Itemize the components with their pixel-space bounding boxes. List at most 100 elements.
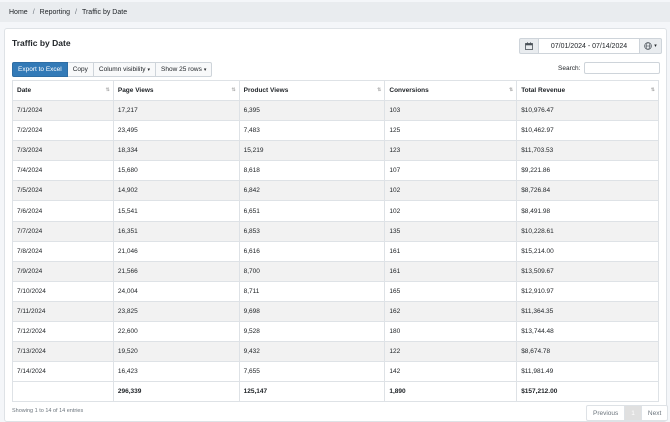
table-cell: 9,432: [239, 341, 386, 363]
table-cell: 23,495: [113, 120, 240, 142]
table-cell: 14,902: [113, 180, 240, 202]
search-input[interactable]: [584, 62, 661, 74]
date-range-input[interactable]: 07/01/2024 - 07/14/2024: [539, 38, 640, 54]
chevron-down-icon: ▾: [654, 43, 657, 49]
table-cell: 21,566: [113, 261, 240, 282]
table-cell: 22,600: [113, 321, 240, 343]
table-cell: 162: [384, 301, 518, 323]
table-cell: 102: [384, 200, 518, 222]
table-cell: 6,616: [239, 241, 386, 262]
sort-icon: ⇅: [105, 87, 110, 93]
table-cell: 125: [384, 120, 518, 142]
table-cell: 161: [384, 241, 518, 262]
table-row: 7/7/2024 16,351 6,853 135 $10,228.61: [12, 221, 659, 242]
table-cell: $8,726.84: [516, 180, 659, 202]
show-rows-label: Show 25 rows: [161, 66, 202, 73]
table-cell: 123: [384, 140, 518, 162]
breadcrumb-separator: /: [75, 8, 77, 16]
table-cell: 7/2/2024: [12, 120, 114, 142]
table-row: 7/2/2024 23,495 7,483 125 $10,462.97: [12, 120, 659, 142]
date-range-picker: 07/01/2024 - 07/14/2024 ▾: [519, 38, 662, 54]
table-cell: 7/4/2024: [12, 160, 114, 182]
table-cell: $11,364.35: [516, 301, 659, 323]
sort-icon: ⇅: [650, 87, 655, 93]
table-cell: 180: [384, 321, 518, 343]
table-row: 7/8/2024 21,046 6,616 161 $15,214.00: [12, 241, 659, 262]
table-cell: 6,853: [239, 221, 386, 242]
table-row: 7/9/2024 21,566 8,700 161 $13,509.67: [12, 261, 659, 282]
column-header-total-revenue[interactable]: Total Revenue ⇅: [516, 80, 659, 101]
table-cell: 8,700: [239, 261, 386, 282]
table-cell: $8,491.98: [516, 200, 659, 222]
table-header-row: Date ⇅ Page Views ⇅ Product Views ⇅ Convers…: [12, 80, 659, 101]
table-cell: 15,541: [113, 200, 240, 222]
table-cell: 9,698: [239, 301, 386, 323]
search-box: Search:: [558, 62, 661, 74]
table-cell: 7/3/2024: [12, 140, 114, 162]
column-visibility-label: Column visibility: [98, 66, 146, 73]
column-header-product-views[interactable]: Product Views ⇅: [239, 80, 386, 101]
table-cell: 102: [384, 180, 518, 202]
table-cell: 7/6/2024: [12, 200, 114, 222]
export-excel-button[interactable]: Export to Excel: [12, 62, 68, 77]
page-1-button[interactable]: 1: [625, 405, 642, 421]
globe-icon[interactable]: ▾: [640, 38, 662, 54]
column-visibility-button[interactable]: Column visibility ▾: [93, 62, 157, 77]
table-cell: 7/9/2024: [12, 261, 114, 282]
table-cell: 7,655: [239, 361, 386, 383]
table-row: 7/1/2024 17,217 6,395 103 $10,976.47: [12, 100, 659, 122]
table-cell: 7/12/2024: [12, 321, 114, 343]
table-cell: $9,221.86: [516, 160, 659, 182]
totals-row: 296,339 125,147 1,890 $157,212.00: [12, 381, 659, 403]
table-toolbar: Export to Excel Copy Column visibility ▾…: [12, 62, 213, 77]
show-rows-button[interactable]: Show 25 rows ▾: [156, 62, 213, 77]
table-cell: 18,334: [113, 140, 240, 162]
table-cell: $10,228.61: [516, 221, 659, 242]
previous-page-button[interactable]: Previous: [586, 405, 626, 421]
table-cell: 24,004: [113, 281, 240, 302]
table-cell: 6,395: [239, 100, 386, 122]
table-row: 7/6/2024 15,541 6,651 102 $8,491.98: [12, 200, 659, 222]
table-cell: 6,842: [239, 180, 386, 202]
breadcrumb: Home / Reporting / Traffic by Date: [0, 2, 670, 22]
table-cell: $12,910.97: [516, 281, 659, 302]
table-info: Showing 1 to 14 of 14 entries: [12, 408, 84, 414]
table-cell: 107: [384, 160, 518, 182]
column-header-conversions[interactable]: Conversions ⇅: [384, 80, 518, 101]
table-cell: 16,423: [113, 361, 240, 383]
breadcrumb-reporting[interactable]: Reporting: [40, 9, 70, 16]
table-cell: 7/10/2024: [12, 281, 114, 302]
table-cell: 9,528: [239, 321, 386, 343]
table-cell: 8,711: [239, 281, 386, 302]
table-cell: 7,483: [239, 120, 386, 142]
copy-button[interactable]: Copy: [67, 62, 94, 77]
calendar-icon[interactable]: [519, 38, 539, 54]
table-cell: 7/11/2024: [12, 301, 114, 323]
table-cell: 21,046: [113, 241, 240, 262]
table-row: 7/3/2024 18,334 15,219 123 $11,703.53: [12, 140, 659, 162]
table-row: 7/4/2024 15,680 8,618 107 $9,221.86: [12, 160, 659, 182]
table-row: 7/13/2024 19,520 9,432 122 $8,674.78: [12, 341, 659, 363]
table-cell: 103: [384, 100, 518, 122]
table-cell: $13,744.48: [516, 321, 659, 343]
search-label: Search:: [558, 64, 581, 72]
sort-icon: ⇅: [377, 87, 382, 93]
column-header-date[interactable]: Date ⇅: [12, 80, 114, 101]
table-cell: 135: [384, 221, 518, 242]
page-title: Traffic by Date: [12, 38, 71, 48]
report-card: Traffic by Date 07/01/2024 - 07/14/2024 …: [4, 28, 669, 422]
table-cell: 142: [384, 361, 518, 383]
table-cell: 7/13/2024: [12, 341, 114, 363]
table-row: 7/11/2024 23,825 9,698 162 $11,364.35: [12, 301, 659, 323]
breadcrumb-home[interactable]: Home: [9, 9, 28, 16]
breadcrumb-separator: /: [32, 8, 35, 16]
chevron-down-icon: ▾: [203, 66, 207, 73]
total-cell: [12, 381, 114, 403]
table-cell: 23,825: [113, 301, 240, 323]
breadcrumb-current: Traffic by Date: [81, 8, 128, 16]
sort-icon: ⇅: [231, 87, 236, 93]
column-header-page-views[interactable]: Page Views ⇅: [113, 80, 240, 101]
table-row: 7/12/2024 22,600 9,528 180 $13,744.48: [12, 321, 659, 343]
table-cell: 7/5/2024: [12, 180, 114, 202]
next-page-button[interactable]: Next: [641, 405, 669, 421]
